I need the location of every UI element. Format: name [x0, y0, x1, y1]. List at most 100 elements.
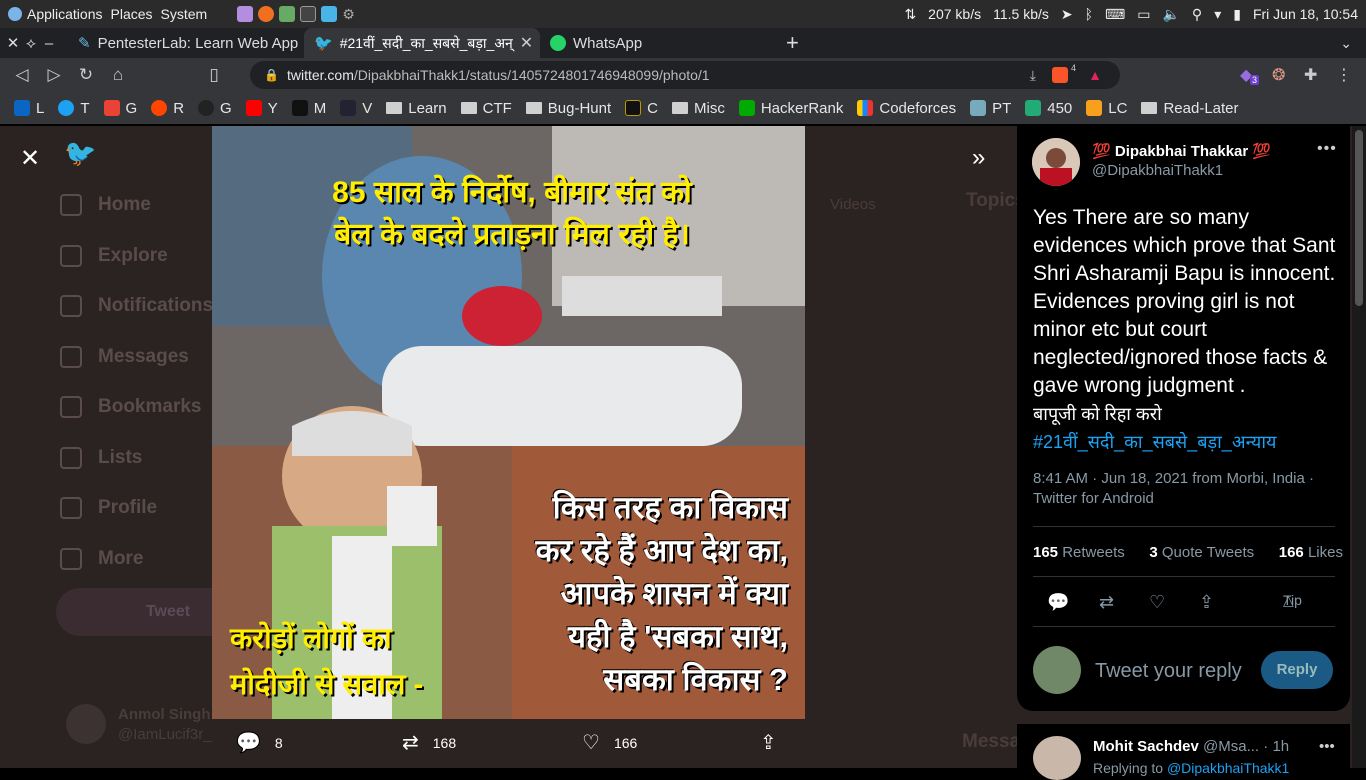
tab-twitter[interactable]: 🐦 #21वीं_सदी_का_सबसे_बड़ा_अन् ✕: [304, 28, 540, 58]
bookmark-reddit[interactable]: R: [151, 100, 184, 117]
reload-icon[interactable]: ↻: [70, 65, 102, 85]
minimize-icon[interactable]: –: [40, 35, 58, 52]
bookmark-label: PT: [992, 99, 1012, 117]
firefox-icon[interactable]: [258, 6, 275, 22]
close-photo-icon[interactable]: ✕: [20, 144, 40, 173]
bookmark-folder-learn[interactable]: Learn: [386, 100, 447, 117]
reply-author-name[interactable]: Mohit Sachdev: [1093, 738, 1199, 755]
browser-menu-icon[interactable]: ⋮: [1336, 65, 1352, 85]
tab-search-icon[interactable]: ⌄: [1340, 35, 1352, 52]
bookmark-hackerrank[interactable]: HackerRank: [738, 100, 843, 117]
bookmark-medium[interactable]: M: [291, 100, 326, 117]
files-icon[interactable]: [279, 6, 296, 22]
bg-videos-tab: Videos: [830, 196, 876, 213]
quotes-stat[interactable]: 3 Quote Tweets: [1149, 544, 1254, 561]
photo-caption-line: आपके शासन में क्या: [560, 576, 788, 611]
reply-button[interactable]: Reply: [1261, 651, 1333, 689]
tweet-hashtag-link[interactable]: #21वीं_सदी_का_सबसे_बड़ा_अन्याय: [1033, 432, 1276, 452]
settings-gear-icon[interactable]: ⚙: [342, 6, 358, 22]
system-top-bar: Applications Places System ⚙ ⇅ 207 kb/s …: [0, 0, 1366, 28]
applications-menu[interactable]: Applications: [8, 6, 103, 22]
bookmark-page-icon[interactable]: ▯: [198, 65, 230, 85]
cookie-extension-icon[interactable]: ❂: [1272, 65, 1285, 85]
bg-user-avatar: [66, 704, 106, 744]
bookmarks-bar: L T G R G Y M V Learn CTF Bug-Hunt C Mis…: [0, 92, 1366, 124]
home-icon[interactable]: ⌂: [102, 65, 134, 85]
app-launcher-icon[interactable]: [237, 6, 254, 22]
like-action[interactable]: ♡ 166: [582, 730, 637, 755]
system-menu[interactable]: System: [161, 6, 208, 22]
bookmark-folder-readlater[interactable]: Read-Later: [1141, 100, 1239, 117]
close-tab-icon[interactable]: ✕: [520, 33, 533, 53]
install-icon[interactable]: ⤓: [1030, 67, 1036, 84]
editor-icon[interactable]: [321, 6, 338, 22]
extensions-puzzle-icon[interactable]: ✚: [1304, 65, 1317, 85]
display-icon[interactable]: ▭: [1137, 6, 1150, 23]
location-icon[interactable]: ⚲: [1192, 6, 1202, 23]
retweets-stat[interactable]: 165 Retweets: [1033, 544, 1125, 561]
bluetooth-icon[interactable]: ᛒ: [1085, 6, 1093, 22]
applications-label: Applications: [27, 6, 103, 22]
places-menu[interactable]: Places: [111, 6, 153, 22]
pin-icon[interactable]: ⟡: [22, 35, 40, 52]
bookmark-codeforces[interactable]: Codeforces: [857, 100, 956, 117]
replying-to-link[interactable]: @DipakbhaiThakk1: [1167, 760, 1289, 776]
more-options-icon[interactable]: •••: [1317, 140, 1337, 158]
close-window-icon[interactable]: ✕: [4, 34, 22, 52]
back-icon[interactable]: ◁: [6, 65, 38, 85]
author-handle[interactable]: @DipakbhaiThakk1: [1092, 162, 1223, 179]
share-action[interactable]: ⇪: [760, 730, 777, 755]
telegram-icon[interactable]: ➤: [1061, 6, 1073, 23]
retweet-icon[interactable]: ⇄: [1099, 592, 1114, 613]
brave-shields-icon[interactable]: [1052, 67, 1068, 83]
current-user-avatar[interactable]: [1033, 646, 1081, 694]
folder-icon: [1141, 102, 1158, 114]
new-tab-icon[interactable]: +: [786, 30, 799, 56]
author-name[interactable]: 💯 Dipakbhai Thakkar 💯: [1092, 142, 1271, 160]
bookmark-450[interactable]: 450: [1025, 100, 1072, 117]
bookmark-linkedin[interactable]: L: [14, 100, 44, 117]
tab-whatsapp[interactable]: WhatsApp: [540, 28, 776, 58]
folder-icon: [672, 102, 688, 114]
reply-input[interactable]: Tweet your reply: [1095, 660, 1242, 683]
browser-tab-bar: ✕ ⟡ – ✎ PentesterLab: Learn Web App 🐦 #2…: [0, 28, 1366, 58]
share-icon[interactable]: ⇪: [1199, 592, 1214, 613]
bookmark-folder-bughunt[interactable]: Bug-Hunt: [525, 100, 611, 117]
bookmark-pt[interactable]: PT: [970, 100, 1011, 117]
volume-icon[interactable]: 🔈: [1162, 6, 1179, 23]
retweet-action[interactable]: ⇄ 168: [402, 730, 456, 755]
brave-rewards-icon[interactable]: ▲: [1088, 67, 1102, 83]
divider: [1033, 576, 1335, 577]
quotes-stat-count: 3: [1149, 544, 1158, 561]
bookmark-twitter[interactable]: T: [58, 100, 90, 117]
clock[interactable]: Fri Jun 18, 10:54: [1253, 6, 1358, 22]
forward-icon[interactable]: ▷: [38, 65, 70, 85]
collapse-panel-icon[interactable]: »: [972, 144, 985, 172]
reply-author-avatar[interactable]: [1033, 736, 1081, 780]
bookmark-folder-ctf[interactable]: CTF: [460, 100, 512, 117]
bookmark-c[interactable]: C: [625, 100, 658, 117]
bookmark-gmail[interactable]: G: [103, 100, 137, 117]
reply-icon[interactable]: 💬: [1047, 592, 1069, 613]
tweet-timestamp[interactable]: 8:41 AM · Jun 18, 2021 from Morbi, India…: [1033, 469, 1333, 509]
bookmark-folder-misc[interactable]: Misc: [672, 100, 725, 117]
bookmark-v[interactable]: V: [340, 100, 372, 117]
bookmark-youtube[interactable]: Y: [245, 99, 278, 117]
terminal-icon[interactable]: [300, 6, 317, 22]
page-scrollbar[interactable]: [1352, 126, 1366, 768]
scrollbar-thumb[interactable]: [1355, 130, 1363, 306]
bookmark-github[interactable]: G: [198, 100, 232, 117]
battery-icon[interactable]: ▮: [1233, 6, 1241, 23]
tab-pentesterlab[interactable]: ✎ PentesterLab: Learn Web App: [68, 28, 304, 58]
author-avatar[interactable]: [1032, 138, 1080, 186]
background-nav: Home Explore Notifications Messages Book…: [60, 180, 220, 584]
like-heart-icon[interactable]: ♡: [1149, 592, 1165, 613]
reply-more-icon[interactable]: •••: [1319, 738, 1335, 755]
address-bar[interactable]: 🔒 twitter.com/DipakbhaiThakk1/status/140…: [250, 61, 1120, 89]
wifi-icon[interactable]: ▾: [1214, 6, 1221, 23]
keyboard-icon[interactable]: ⌨: [1105, 6, 1125, 23]
likes-stat[interactable]: 166 Likes: [1279, 544, 1343, 561]
bookmark-label: Y: [267, 99, 278, 117]
bookmark-leetcode[interactable]: LC: [1086, 100, 1127, 117]
reply-action[interactable]: 💬 8: [236, 730, 283, 755]
